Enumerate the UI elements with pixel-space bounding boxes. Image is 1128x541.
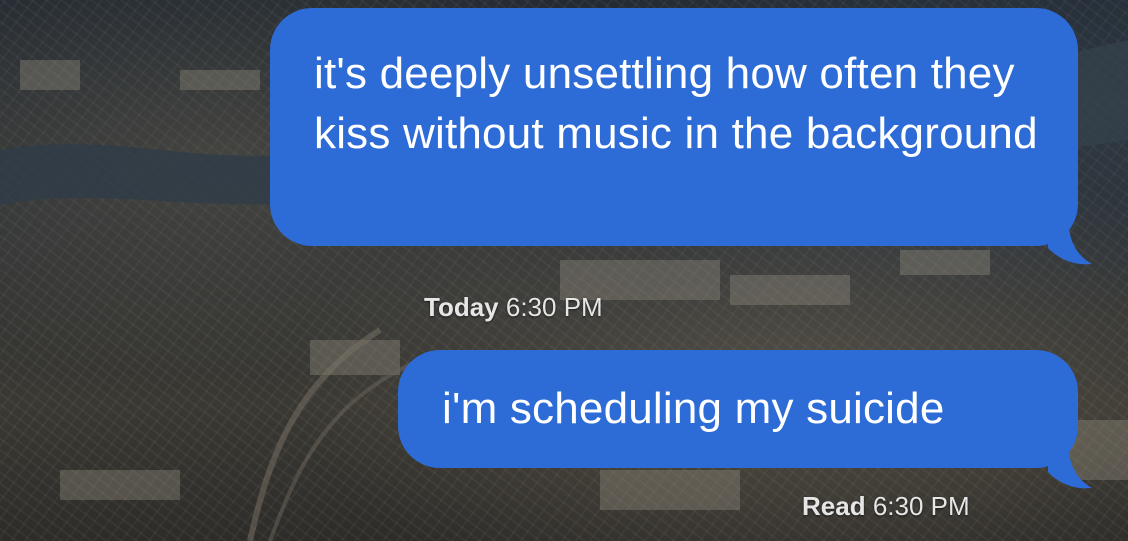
message-bubble-outgoing[interactable]: it's deeply unsettling how often they ki… [270,8,1092,265]
bubble-tail-icon [1048,222,1092,265]
timestamp-time: 6:30 PM [505,292,603,322]
message-text: it's deeply unsettling how often they ki… [314,49,1038,158]
timestamp-today: Today 6:30 PM [424,292,603,322]
bubble-tail-icon [1048,446,1092,489]
read-receipt: Read 6:30 PM [802,491,970,521]
read-time: 6:30 PM [872,491,970,521]
message-bubble-outgoing[interactable]: i'm scheduling my suicide [398,350,1092,489]
read-label: Read [802,491,866,521]
timestamp-label: Today [424,292,499,322]
message-text: i'm scheduling my suicide [442,384,945,433]
